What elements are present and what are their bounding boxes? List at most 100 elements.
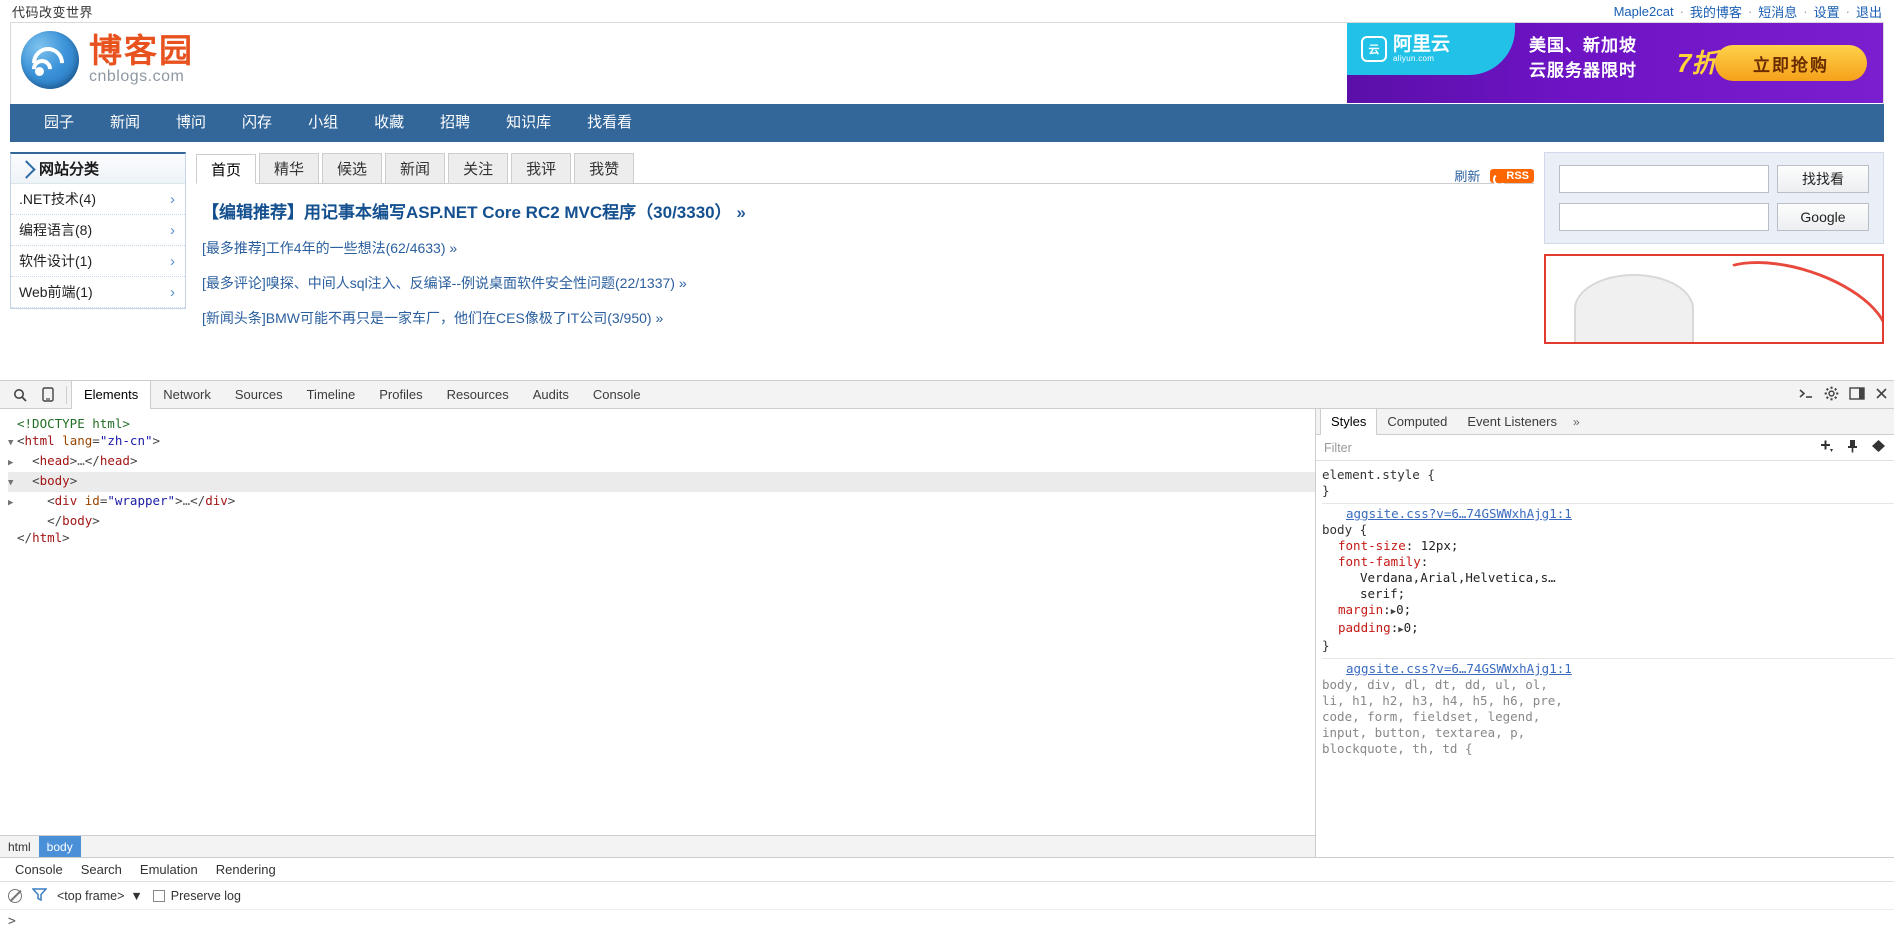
dom-node-line[interactable]: ▶ <div id="wrapper">…</div> (8, 492, 1315, 512)
rss-globe-icon (21, 31, 79, 89)
tab-event-listeners[interactable]: Event Listeners (1457, 409, 1567, 435)
rule-source-link[interactable]: aggsite.css?v=6…74GSWWxhAjg1:1 (1322, 661, 1894, 677)
google-search-button[interactable]: Google (1777, 203, 1869, 231)
declaration[interactable]: font-size: 12px; (1322, 538, 1894, 554)
expand-triangle-icon[interactable]: ▼ (8, 435, 17, 452)
settings-gear-icon[interactable] (1824, 386, 1839, 404)
tab-my-likes[interactable]: 我赞 (574, 153, 635, 183)
nav-item-jobs[interactable]: 招聘 (422, 104, 488, 142)
drawer-tab-console[interactable]: Console (6, 862, 72, 877)
site-logo[interactable]: 博客园 cnblogs.com (21, 31, 194, 89)
tab-resources[interactable]: Resources (435, 381, 521, 409)
tab-network[interactable]: Network (151, 381, 223, 409)
console-drawer-icon[interactable] (1798, 387, 1814, 403)
username-link[interactable]: Maple2cat (1614, 4, 1674, 19)
refresh-link[interactable]: 刷新 (1454, 166, 1480, 185)
preserve-log-toggle[interactable]: Preserve log (152, 889, 241, 903)
tab-sources[interactable]: Sources (223, 381, 295, 409)
browser-page: 代码改变世界 Maple2cat · 我的博客 · 短消息 · 设置 · 退出 … (0, 0, 1894, 380)
sidebar-item-languages[interactable]: 编程语言(8) › (11, 215, 185, 246)
dom-tree[interactable]: <!DOCTYPE html> ▼ <html lang="zh-cn"> ▶ <he… (0, 409, 1316, 857)
nav-item-news[interactable]: 新闻 (92, 104, 158, 142)
my-blog-link[interactable]: 我的博客 (1690, 2, 1742, 21)
dom-node-line[interactable]: ▼ <body> (8, 472, 1315, 492)
dom-node-line[interactable]: <!DOCTYPE html> (8, 415, 1315, 432)
dock-position-icon[interactable] (1849, 386, 1865, 403)
filter-placeholder[interactable]: Filter (1324, 441, 1352, 455)
nav-item-kb[interactable]: 知识库 (488, 104, 569, 142)
pin-icon[interactable] (1846, 439, 1859, 456)
sidebar-item-dotnet[interactable]: .NET技术(4) › (11, 184, 185, 215)
settings-link[interactable]: 设置 (1814, 2, 1840, 21)
dom-node-line[interactable]: ▼ <html lang="zh-cn"> (8, 432, 1315, 452)
frame-label: <top frame> (57, 888, 125, 903)
breadcrumb-item-body[interactable]: body (38, 835, 81, 857)
nav-item-flash[interactable]: 闪存 (224, 104, 290, 142)
advertisement-banner[interactable]: 云 阿里云 aliyun.com 美国、新加坡 云服务器限时 7折抢购 立即抢购 (1347, 23, 1883, 103)
tab-my-comments[interactable]: 我评 (511, 153, 572, 183)
site-search-button[interactable]: 找找看 (1777, 165, 1869, 193)
breadcrumb-item-html[interactable]: html (0, 836, 39, 858)
declaration[interactable]: margin:▶0; (1322, 602, 1894, 620)
logout-link[interactable]: 退出 (1856, 2, 1882, 21)
nav-item-groups[interactable]: 小组 (290, 104, 356, 142)
promo-card[interactable] (1544, 254, 1884, 344)
article-title[interactable]: [最多评论]嗅探、中间人sql注入、反编译--例说桌面软件安全性问题(22/13… (202, 275, 675, 291)
tab-profiles[interactable]: Profiles (367, 381, 434, 409)
tab-home[interactable]: 首页 (196, 154, 257, 184)
declaration[interactable]: padding:▶0; (1322, 620, 1894, 638)
google-search-input[interactable] (1559, 203, 1769, 231)
expand-triangle-icon[interactable]: ▼ (8, 475, 17, 492)
declaration[interactable]: font-family: (1322, 554, 1894, 570)
dom-node-line[interactable]: </html> (8, 529, 1315, 546)
expand-triangle-icon[interactable]: ▶ (8, 455, 17, 472)
more-tabs-icon[interactable]: » (1573, 415, 1580, 429)
tab-elements[interactable]: Elements (71, 380, 152, 409)
tab-console[interactable]: Console (581, 381, 653, 409)
nav-item-search[interactable]: 找看看 (569, 104, 650, 142)
filter-icon[interactable] (31, 887, 48, 904)
ad-cta-button[interactable]: 立即抢购 (1715, 45, 1867, 81)
article-title[interactable]: [新闻头条]BMW可能不再只是一家车厂，他们在CES像极了IT公司(3/950) (202, 310, 652, 326)
declaration-value: Verdana,Arial,Helvetica,s… (1360, 570, 1556, 585)
nav-item-favorites[interactable]: 收藏 (356, 104, 422, 142)
checkbox-icon[interactable] (152, 889, 165, 902)
color-scheme-icon[interactable] (1871, 439, 1886, 456)
ad-copy-line2: 云服务器限时 (1529, 60, 1637, 80)
close-icon[interactable] (1875, 387, 1888, 403)
rule-source-link[interactable]: aggsite.css?v=6…74GSWWxhAjg1:1 (1322, 506, 1894, 522)
messages-link[interactable]: 短消息 (1758, 2, 1797, 21)
tab-computed[interactable]: Computed (1377, 409, 1457, 435)
inspect-element-icon[interactable] (6, 382, 34, 408)
article-title[interactable]: [最多推荐]工作4年的一些想法(62/4633) (202, 240, 446, 256)
styles-filter-bar: Filter (1316, 435, 1894, 461)
tab-styles[interactable]: Styles (1320, 408, 1378, 435)
tab-timeline[interactable]: Timeline (295, 381, 368, 409)
tab-featured[interactable]: 精华 (259, 153, 320, 183)
rss-icon[interactable]: RSS (1490, 168, 1534, 186)
console-prompt[interactable]: > (0, 910, 1894, 933)
sidebar-item-software-design[interactable]: 软件设计(1) › (11, 246, 185, 277)
drawer-tab-emulation[interactable]: Emulation (131, 862, 207, 877)
expand-triangle-icon[interactable]: ▶ (8, 495, 17, 512)
drawer-tab-search[interactable]: Search (72, 862, 131, 877)
site-slogan: 代码改变世界 (12, 4, 94, 20)
tab-news[interactable]: 新闻 (385, 153, 446, 183)
site-search-input[interactable] (1559, 165, 1769, 193)
sidebar-item-web-frontend[interactable]: Web前端(1) › (11, 277, 185, 308)
device-toggle-icon[interactable] (34, 382, 62, 408)
clear-console-icon[interactable] (8, 888, 22, 903)
link-separator: · (1747, 3, 1753, 19)
nav-item-yuanzi[interactable]: 园子 (26, 104, 92, 142)
dom-node-line[interactable]: ▶ <head>…</head> (8, 452, 1315, 472)
tab-following[interactable]: 关注 (448, 153, 509, 183)
article-title[interactable]: 【编辑推荐】用记事本编写ASP.NET Core RC2 MVC程序（30/33… (202, 203, 732, 222)
nav-item-q-and-a[interactable]: 博问 (158, 104, 224, 142)
dom-node-line[interactable]: </body> (8, 512, 1315, 529)
execution-context-selector[interactable]: <top frame> ▼ (57, 889, 143, 903)
new-style-rule-icon[interactable] (1819, 439, 1834, 456)
tab-candidates[interactable]: 候选 (322, 153, 383, 183)
tab-audits[interactable]: Audits (521, 381, 581, 409)
styles-rules[interactable]: element.style { } aggsite.css?v=6…74GSWW… (1316, 461, 1894, 857)
drawer-tab-rendering[interactable]: Rendering (207, 862, 285, 877)
